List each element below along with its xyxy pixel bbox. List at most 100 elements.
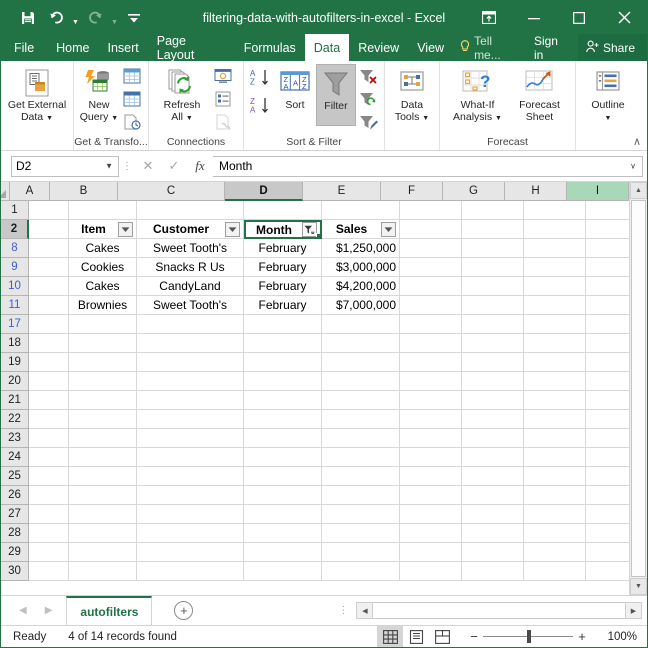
empty-cell[interactable] bbox=[244, 391, 322, 410]
insert-function-icon[interactable]: fx bbox=[187, 155, 213, 177]
empty-cell[interactable] bbox=[244, 467, 322, 486]
row-header-19[interactable]: 19 bbox=[1, 353, 29, 372]
row-header-1[interactable]: 1 bbox=[1, 201, 29, 220]
empty-cell[interactable] bbox=[586, 410, 629, 429]
empty-cell[interactable] bbox=[29, 448, 69, 467]
empty-cell[interactable] bbox=[29, 334, 69, 353]
ribbon-tab-insert[interactable]: Insert bbox=[99, 34, 148, 61]
empty-cell[interactable] bbox=[462, 296, 524, 315]
sheet-tab-autofilters[interactable]: autofilters bbox=[66, 596, 153, 625]
empty-cell[interactable] bbox=[524, 543, 586, 562]
empty-cell[interactable] bbox=[69, 543, 137, 562]
empty-cell[interactable] bbox=[586, 220, 629, 239]
customize-quick-access-icon[interactable] bbox=[121, 6, 147, 30]
empty-cell[interactable] bbox=[137, 467, 244, 486]
hscroll-right-icon[interactable]: ▶ bbox=[625, 602, 642, 619]
undo-icon[interactable] bbox=[43, 6, 69, 30]
empty-cell[interactable] bbox=[137, 391, 244, 410]
empty-cell[interactable] bbox=[69, 524, 137, 543]
empty-cell[interactable] bbox=[462, 239, 524, 258]
row-header-8[interactable]: 8 bbox=[1, 239, 29, 258]
empty-cell[interactable] bbox=[322, 391, 400, 410]
empty-cell[interactable] bbox=[400, 562, 462, 581]
empty-cell[interactable] bbox=[137, 543, 244, 562]
empty-cell[interactable] bbox=[322, 467, 400, 486]
get-external-data-button[interactable]: Get External Data ▼ bbox=[5, 64, 69, 124]
row-header-23[interactable]: 23 bbox=[1, 429, 29, 448]
empty-cell[interactable] bbox=[322, 353, 400, 372]
empty-cell[interactable] bbox=[586, 391, 629, 410]
empty-cell[interactable] bbox=[586, 486, 629, 505]
table-cell[interactable]: February bbox=[244, 258, 322, 277]
empty-cell[interactable] bbox=[29, 258, 69, 277]
empty-cell[interactable] bbox=[462, 277, 524, 296]
empty-cell[interactable] bbox=[524, 410, 586, 429]
empty-cell[interactable] bbox=[400, 410, 462, 429]
empty-cell[interactable] bbox=[69, 505, 137, 524]
empty-cell[interactable] bbox=[400, 315, 462, 334]
vertical-scroll-thumb[interactable] bbox=[631, 200, 646, 577]
empty-cell[interactable] bbox=[244, 448, 322, 467]
vertical-scrollbar[interactable]: ▲ ▼ bbox=[629, 182, 647, 595]
scroll-up-icon[interactable]: ▲ bbox=[630, 182, 647, 199]
sheet-nav-previous-icon[interactable]: ◀ bbox=[19, 605, 27, 616]
empty-cell[interactable] bbox=[524, 486, 586, 505]
empty-cell[interactable] bbox=[400, 429, 462, 448]
forecast-sheet-button[interactable]: Forecast Sheet bbox=[510, 64, 570, 123]
empty-cell[interactable] bbox=[322, 543, 400, 562]
empty-cell[interactable] bbox=[137, 524, 244, 543]
column-header-H[interactable]: H bbox=[505, 182, 567, 201]
empty-cell[interactable] bbox=[244, 524, 322, 543]
empty-cell[interactable] bbox=[137, 562, 244, 581]
column-header-F[interactable]: F bbox=[381, 182, 443, 201]
empty-cell[interactable] bbox=[462, 543, 524, 562]
empty-cell[interactable] bbox=[400, 353, 462, 372]
empty-cell[interactable] bbox=[322, 410, 400, 429]
normal-view-icon[interactable] bbox=[377, 626, 403, 647]
empty-cell[interactable] bbox=[29, 391, 69, 410]
collapse-ribbon-icon[interactable]: ∧ bbox=[633, 135, 641, 148]
reapply-filter-icon[interactable] bbox=[356, 88, 380, 110]
empty-cell[interactable] bbox=[244, 353, 322, 372]
data-tools-button[interactable]: Data Tools ▼ bbox=[389, 64, 435, 124]
empty-cell[interactable] bbox=[69, 486, 137, 505]
empty-cell[interactable] bbox=[322, 372, 400, 391]
empty-cell[interactable] bbox=[586, 467, 629, 486]
undo-dropdown-icon[interactable]: ▼ bbox=[71, 2, 80, 33]
maximize-icon[interactable] bbox=[556, 1, 601, 34]
empty-cell[interactable] bbox=[244, 505, 322, 524]
empty-cell[interactable] bbox=[137, 486, 244, 505]
table-cell[interactable]: Snacks R Us bbox=[137, 258, 244, 277]
row-header-25[interactable]: 25 bbox=[1, 467, 29, 486]
empty-cell[interactable] bbox=[244, 410, 322, 429]
page-layout-view-icon[interactable] bbox=[403, 626, 429, 647]
empty-cell[interactable] bbox=[586, 277, 629, 296]
row-header-2[interactable]: 2 bbox=[1, 220, 29, 239]
column-header-A[interactable]: A bbox=[10, 182, 50, 201]
select-all-corner[interactable] bbox=[1, 182, 10, 201]
table-header-cell[interactable]: Item bbox=[69, 220, 137, 239]
page-break-preview-icon[interactable] bbox=[429, 626, 455, 647]
empty-cell[interactable] bbox=[524, 334, 586, 353]
ribbon-tab-home[interactable]: Home bbox=[47, 34, 98, 61]
table-cell[interactable]: $3,000,000 bbox=[322, 258, 400, 277]
zoom-in-button[interactable]: + bbox=[573, 629, 591, 644]
empty-cell[interactable] bbox=[524, 448, 586, 467]
filter-button[interactable]: Filter bbox=[315, 64, 356, 126]
empty-cell[interactable] bbox=[462, 315, 524, 334]
empty-cell[interactable] bbox=[586, 562, 629, 581]
autofilter-dropdown-icon[interactable] bbox=[118, 221, 133, 237]
empty-cell[interactable] bbox=[29, 220, 69, 239]
empty-cell[interactable] bbox=[29, 505, 69, 524]
empty-cell[interactable] bbox=[524, 258, 586, 277]
empty-cell[interactable] bbox=[462, 524, 524, 543]
empty-cell[interactable] bbox=[400, 239, 462, 258]
empty-cell[interactable] bbox=[400, 334, 462, 353]
empty-cell[interactable] bbox=[244, 334, 322, 353]
empty-cell[interactable] bbox=[524, 296, 586, 315]
empty-cell[interactable] bbox=[586, 372, 629, 391]
column-header-D[interactable]: D bbox=[225, 182, 303, 201]
autofilter-dropdown-icon[interactable] bbox=[225, 221, 240, 237]
row-header-10[interactable]: 10 bbox=[1, 277, 29, 296]
zoom-slider-thumb[interactable] bbox=[527, 630, 531, 643]
